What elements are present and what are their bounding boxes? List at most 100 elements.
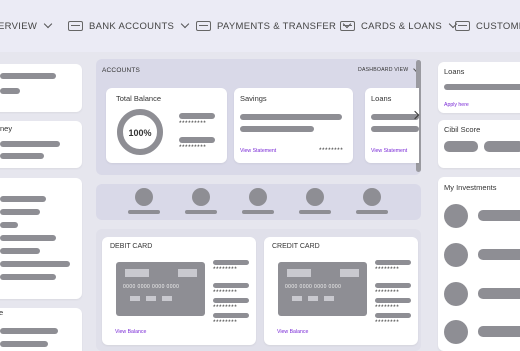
placeholder-bar xyxy=(444,141,478,152)
placeholder-bar xyxy=(484,141,520,152)
card-logo xyxy=(340,269,359,277)
debit-view-balance-link[interactable]: View Balance xyxy=(115,329,146,335)
bottom-label: e xyxy=(0,308,4,317)
card-icon xyxy=(68,21,83,31)
placeholder-bar xyxy=(0,209,40,215)
placeholder-bar xyxy=(213,283,249,288)
nav-overview[interactable]: ERVIEW xyxy=(0,18,53,34)
placeholder-bar xyxy=(0,274,56,280)
chevron-down-icon xyxy=(43,19,53,29)
masked-value: ******** xyxy=(213,319,238,326)
nav-bank-accounts-label: BANK ACCOUNTS xyxy=(89,20,175,32)
card-icon xyxy=(455,21,470,31)
debit-card-number: 0000 0000 0000 0000 xyxy=(123,284,180,290)
placeholder-bar xyxy=(0,235,56,241)
accounts-title: ACCOUNTS xyxy=(102,67,141,74)
left-card-list xyxy=(0,178,82,299)
investment-icon[interactable] xyxy=(444,282,468,306)
nav-payments-transfer[interactable]: PAYMENTS & TRANSFER xyxy=(196,18,352,34)
loans-label: Loans xyxy=(371,94,392,103)
placeholder-bar xyxy=(213,298,249,303)
loans-view-statement-link[interactable]: View Statement xyxy=(371,148,407,154)
placeholder-bar xyxy=(356,210,388,214)
total-balance-label: Total Balance xyxy=(116,94,162,103)
credit-card-graphic: 0000 0000 0000 0000 xyxy=(278,262,367,316)
card-field xyxy=(146,296,156,301)
placeholder-bar xyxy=(478,210,520,221)
dashboard-view-label: DASHBOARD VIEW xyxy=(358,67,409,73)
my-investments-card: My Investments xyxy=(438,177,520,351)
loans-account-card[interactable]: Loans View Statement xyxy=(365,88,419,163)
left-card-1 xyxy=(0,64,82,112)
placeholder-bar xyxy=(213,313,249,318)
placeholder-bar xyxy=(128,210,160,214)
dashboard-view-dropdown[interactable]: DASHBOARD VIEW xyxy=(358,66,420,73)
contact-avatar[interactable] xyxy=(249,188,267,206)
masked-value: ******** xyxy=(375,304,400,311)
investment-icon[interactable] xyxy=(444,320,468,344)
card-field xyxy=(308,296,318,301)
debit-card-panel[interactable]: DEBIT CARD 0000 0000 0000 0000 ******** … xyxy=(102,237,256,345)
masked-value: ******** xyxy=(375,266,400,273)
placeholder-bar xyxy=(179,137,215,143)
masked-value: ******** xyxy=(375,319,400,326)
placeholder-bar xyxy=(0,73,56,79)
placeholder-bar xyxy=(0,153,44,159)
credit-view-balance-link[interactable]: View Balance xyxy=(277,329,308,335)
card-field xyxy=(292,296,302,301)
masked-value: ******** xyxy=(213,289,238,296)
savings-label: Savings xyxy=(240,94,267,103)
placeholder-bar xyxy=(371,126,419,132)
nav-payments-label: PAYMENTS & TRANSFER xyxy=(217,20,337,32)
placeholder-bar xyxy=(478,249,520,260)
cibil-score-card: Cibil Score xyxy=(438,120,520,168)
card-field xyxy=(130,296,140,301)
nav-bank-accounts[interactable]: BANK ACCOUNTS xyxy=(68,18,190,34)
masked-value: ********* xyxy=(179,144,207,151)
masked-value: ******** xyxy=(213,266,238,273)
contact-avatar[interactable] xyxy=(363,188,381,206)
quick-contacts-panel xyxy=(96,184,421,220)
placeholder-bar xyxy=(375,260,411,265)
placeholder-bar xyxy=(478,288,520,299)
savings-view-statement-link[interactable]: View Statement xyxy=(240,148,276,154)
cibil-score-title: Cibil Score xyxy=(444,125,481,134)
total-balance-card[interactable]: Total Balance 100% ********* ********* xyxy=(106,88,227,163)
placeholder-bar xyxy=(375,283,411,288)
investment-icon[interactable] xyxy=(444,243,468,267)
masked-value: ******** xyxy=(213,304,238,311)
placeholder-bar xyxy=(0,196,46,202)
chevron-down-icon xyxy=(180,19,190,29)
placeholder-bar xyxy=(299,210,331,214)
placeholder-bar xyxy=(0,88,20,94)
placeholder-bar xyxy=(0,222,18,228)
savings-card[interactable]: Savings View Statement ******** xyxy=(234,88,353,163)
placeholder-bar xyxy=(0,261,70,267)
credit-card-title: CREDIT CARD xyxy=(272,243,320,250)
placeholder-bar xyxy=(444,84,520,90)
contact-avatar[interactable] xyxy=(192,188,210,206)
nav-customer-label: CUSTOMER S xyxy=(476,20,520,32)
card-icon xyxy=(196,21,211,31)
balance-percent: 100% xyxy=(128,128,152,138)
placeholder-bar xyxy=(375,298,411,303)
nav-cards-loans-label: CARDS & LOANS xyxy=(361,20,442,32)
investment-icon[interactable] xyxy=(444,204,468,228)
card-stripe xyxy=(287,269,311,277)
apply-here-link[interactable]: Apply here xyxy=(444,102,469,108)
credit-card-panel[interactable]: CREDIT CARD 0000 0000 0000 0000 ********… xyxy=(264,237,418,345)
credit-card-number: 0000 0000 0000 0000 xyxy=(285,284,342,290)
left-card-money: ney xyxy=(0,121,82,168)
debit-card-graphic: 0000 0000 0000 0000 xyxy=(116,262,205,316)
card-stripe xyxy=(125,269,149,277)
contact-avatar[interactable] xyxy=(306,188,324,206)
nav-overview-label: ERVIEW xyxy=(0,20,38,32)
money-label: ney xyxy=(0,124,13,133)
card-field xyxy=(162,296,172,301)
card-logo xyxy=(178,269,197,277)
nav-customer-service[interactable]: CUSTOMER S xyxy=(455,18,520,34)
loans-side-card[interactable]: Loans Apply here xyxy=(438,62,520,113)
nav-cards-loans[interactable]: CARDS & LOANS xyxy=(340,18,458,34)
masked-value: ******** xyxy=(375,289,400,296)
contact-avatar[interactable] xyxy=(135,188,153,206)
